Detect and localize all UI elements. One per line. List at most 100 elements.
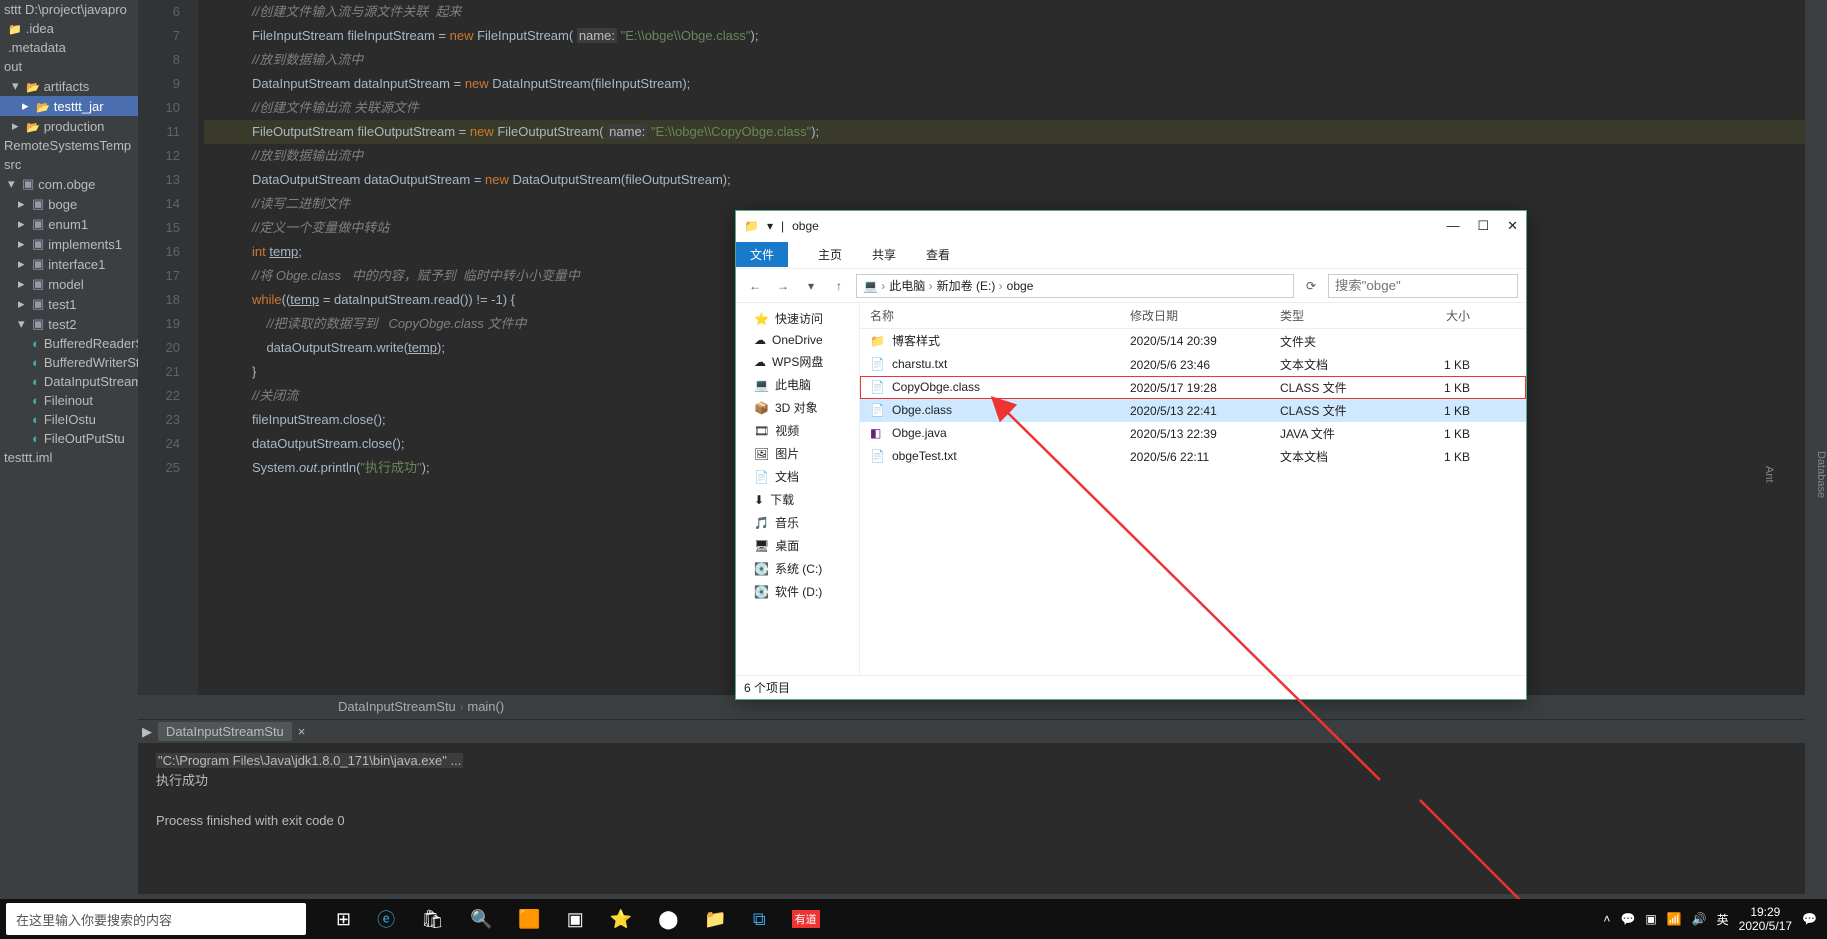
star-icon[interactable]: ⭐ [610,909,632,930]
sidebar-item[interactable]: FileOutPutStu [0,429,138,448]
run-tab-label[interactable]: DataInputStreamStu [158,722,292,741]
sidebar-item[interactable]: com.obge [0,174,138,194]
sidebar-item[interactable]: .idea [0,19,138,38]
close-icon[interactable]: × [298,724,306,739]
col-type[interactable]: 类型 [1280,307,1400,324]
windows-taskbar[interactable]: 在这里输入你要搜索的内容 ⊞ ⓔ 🛍 🔍 🟧 ▣ ⭐ ⬤ 📁 ⧉ 有道 ˄ 💬 … [0,899,1827,939]
volume-icon[interactable]: 🔊 [1692,912,1707,926]
sidebar-item[interactable]: .metadata [0,38,138,57]
console[interactable]: "C:\Program Files\Java\jdk1.8.0_171\bin\… [138,743,1805,893]
address-bar[interactable]: 💻 此电脑 新加卷 (E:) obge [856,274,1294,298]
project-sidebar[interactable]: sttt D:\project\javapro.idea.metadataout… [0,0,138,939]
sidebar-item[interactable]: test2 [0,314,138,334]
col-date[interactable]: 修改日期 [1130,307,1280,324]
minimize-button[interactable]: — [1446,218,1459,234]
sidebar-item[interactable]: interface1 [0,254,138,274]
tree-item[interactable]: ☁OneDrive [736,330,859,350]
file-row[interactable]: Obge.java2020/5/13 22:39JAVA 文件1 KB [860,422,1526,445]
sidebar-item[interactable]: FileIOstu [0,410,138,429]
tree-item[interactable]: 💽系统 (C:) [736,557,859,580]
task-view-icon[interactable]: ⊞ [336,909,351,930]
sidebar-item[interactable]: boge [0,194,138,214]
store-icon[interactable]: 🛍 [421,909,444,930]
intellij-icon[interactable]: ▣ [567,909,584,930]
refresh-button[interactable]: ⟳ [1300,279,1322,293]
database-tab[interactable]: Database [1815,451,1827,498]
clock[interactable]: 19:292020/5/17 [1739,905,1792,933]
code-line[interactable]: DataInputStream dataInputStream = new Da… [204,72,1805,96]
code-line[interactable]: FileOutputStream fileOutputStream = new … [204,120,1805,144]
up-button[interactable]: ↑ [828,279,850,293]
maximize-button[interactable]: ☐ [1477,218,1489,234]
sidebar-item[interactable]: sttt D:\project\javapro [0,0,138,19]
ant-tab[interactable]: Ant [1763,466,1775,483]
file-explorer-window[interactable]: 📁 ▾ | obge — ☐ ✕ 文件 主页 共享 查看 ← → ▾ ↑ 💻 此… [735,210,1527,700]
history-dropdown[interactable]: ▾ [800,279,822,293]
sidebar-item[interactable]: BufferedWriterStu [0,353,138,372]
column-headers[interactable]: 名称 修改日期 类型 大小 [860,303,1526,329]
tree-item[interactable]: ☁WPS网盘 [736,350,859,373]
file-row[interactable]: CopyObge.class2020/5/17 19:28CLASS 文件1 K… [860,376,1526,399]
tree-item[interactable]: 🎵音乐 [736,511,859,534]
back-button[interactable]: ← [744,279,766,293]
sidebar-item[interactable]: BufferedReaderStu [0,334,138,353]
sidebar-item[interactable]: src [0,155,138,174]
file-row[interactable]: charstu.txt2020/5/6 23:46文本文档1 KB [860,353,1526,376]
notifications-icon[interactable]: 💬 [1802,912,1817,926]
search-icon[interactable]: 🔍 [470,909,492,930]
col-size[interactable]: 大小 [1400,307,1480,324]
col-name[interactable]: 名称 [870,307,1130,324]
tree-item[interactable]: 🖥桌面 [736,534,859,557]
tree-item[interactable]: 💻此电脑 [736,373,859,396]
vscode-icon[interactable]: ⧉ [753,909,766,930]
close-button[interactable]: ✕ [1507,218,1518,234]
system-tray[interactable]: ˄ 💬 ▣ 📶 🔊 英 19:292020/5/17 💬 [1603,905,1827,933]
ribbon-file[interactable]: 文件 [736,242,788,267]
ribbon-share[interactable]: 共享 [872,246,896,263]
nav-tree[interactable]: ⭐快速访问☁OneDrive☁WPS网盘💻此电脑📦3D 对象🎞视频🖼图片📄文档⬇… [736,303,860,675]
tree-item[interactable]: 📄文档 [736,465,859,488]
run-tab-bar[interactable]: ▶ DataInputStreamStu × [138,719,1805,743]
chrome-icon[interactable]: ⬤ [658,909,678,930]
taskbar-search[interactable]: 在这里输入你要搜索的内容 [6,903,306,935]
explorer-titlebar[interactable]: 📁 ▾ | obge — ☐ ✕ [736,211,1526,241]
sidebar-item[interactable]: model [0,274,138,294]
tray-icon[interactable]: ▣ [1645,912,1656,926]
code-line[interactable]: //创建文件输入流与源文件关联 起来 [204,0,1805,24]
taskbar-icons[interactable]: ⊞ ⓔ 🛍 🔍 🟧 ▣ ⭐ ⬤ 📁 ⧉ 有道 [336,906,820,932]
tray-chevron-icon[interactable]: ˄ [1603,912,1610,926]
tree-item[interactable]: 💽软件 (D:) [736,580,859,603]
file-list[interactable]: 名称 修改日期 类型 大小 博客样式2020/5/14 20:39文件夹char… [860,303,1526,675]
ribbon-view[interactable]: 查看 [926,246,950,263]
chevron-down-icon[interactable]: ▾ [767,219,773,233]
sidebar-item[interactable]: implements1 [0,234,138,254]
app-icon[interactable]: 🟧 [518,909,540,930]
tree-item[interactable]: ⭐快速访问 [736,307,859,330]
tree-item[interactable]: 🎞视频 [736,419,859,442]
sidebar-item[interactable]: DataInputStreamStu [0,372,138,391]
wifi-icon[interactable]: 📶 [1667,912,1682,926]
right-tool-rail[interactable]: Database Ant [1805,0,1827,939]
ime-indicator[interactable]: 英 [1717,911,1729,928]
sidebar-item[interactable]: enum1 [0,214,138,234]
file-row[interactable]: obgeTest.txt2020/5/6 22:11文本文档1 KB [860,445,1526,468]
sidebar-item[interactable]: testtt_jar [0,96,138,116]
sidebar-item[interactable]: production [0,116,138,136]
code-line[interactable]: //放到数据输入流中 [204,48,1805,72]
code-line[interactable]: //创建文件输出流 关联源文件 [204,96,1805,120]
ribbon-home[interactable]: 主页 [818,246,842,263]
forward-button[interactable]: → [772,279,794,293]
sidebar-item[interactable]: testtt.iml [0,448,138,467]
tree-item[interactable]: 📦3D 对象 [736,396,859,419]
ribbon[interactable]: 文件 主页 共享 查看 [736,241,1526,269]
code-line[interactable]: DataOutputStream dataOutputStream = new … [204,168,1805,192]
explorer-icon[interactable]: 📁 [704,909,726,930]
youdao-icon[interactable]: 有道 [792,910,820,928]
nav-bar[interactable]: ← → ▾ ↑ 💻 此电脑 新加卷 (E:) obge ⟳ [736,269,1526,303]
sidebar-item[interactable]: test1 [0,294,138,314]
file-row[interactable]: Obge.class2020/5/13 22:41CLASS 文件1 KB [860,399,1526,422]
tree-item[interactable]: ⬇下载 [736,488,859,511]
search-input[interactable] [1328,274,1518,298]
code-line[interactable]: FileInputStream fileInputStream = new Fi… [204,24,1805,48]
wechat-icon[interactable]: 💬 [1620,912,1635,926]
